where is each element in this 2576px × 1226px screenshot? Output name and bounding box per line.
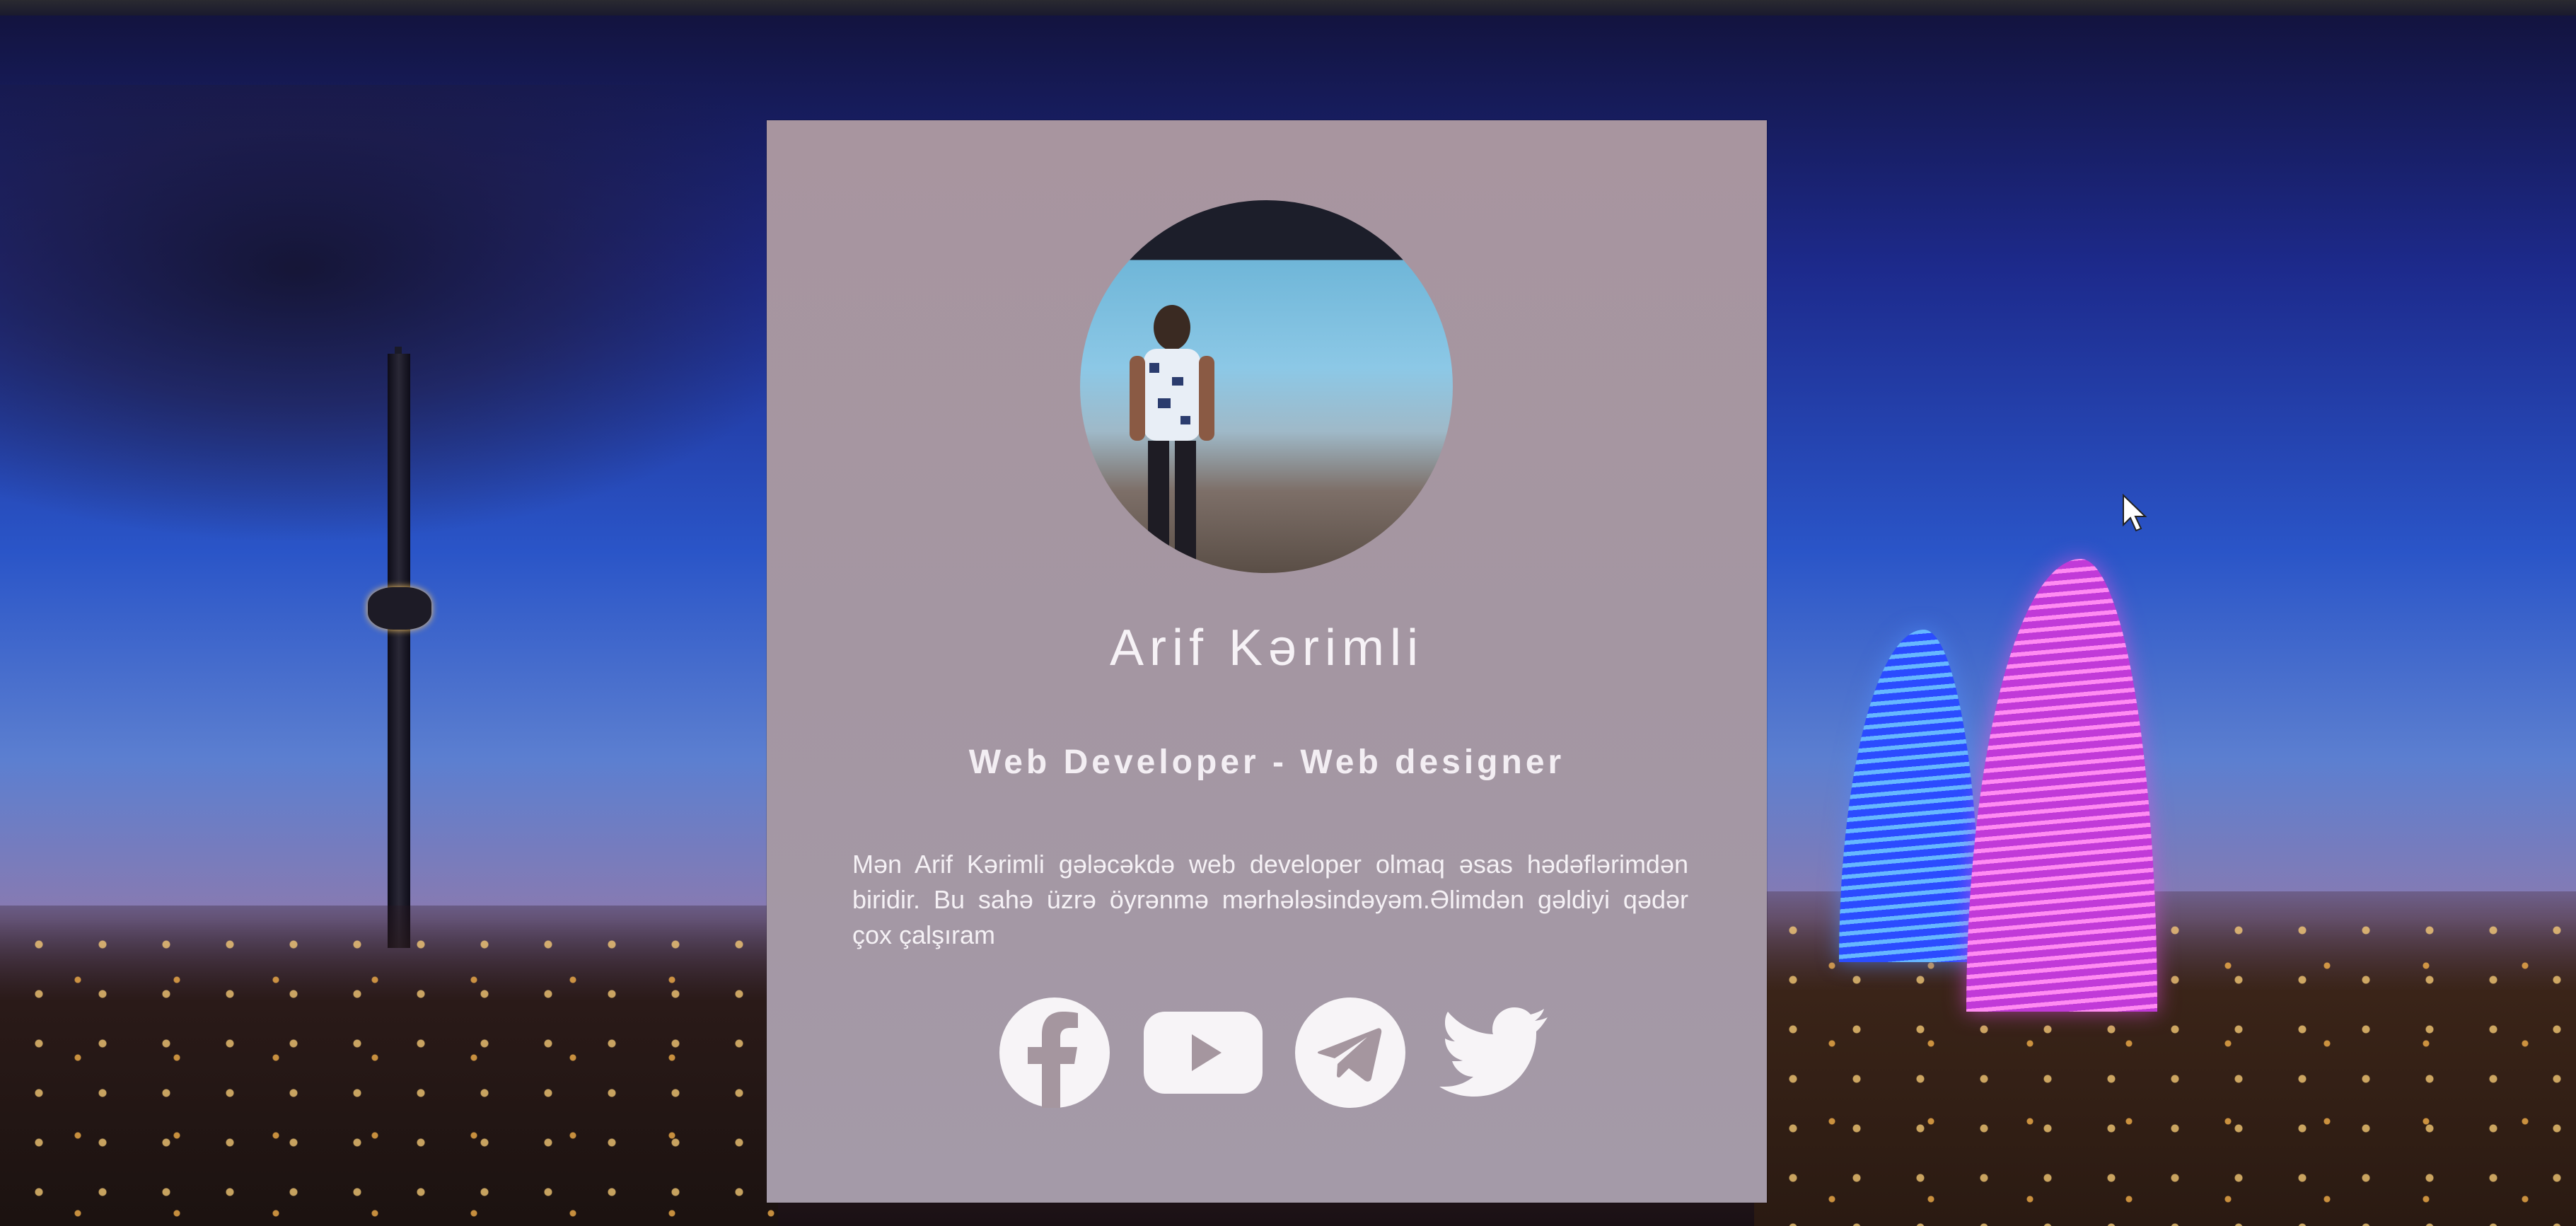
city-skyline-left — [0, 906, 778, 1226]
tv-tower — [388, 354, 410, 948]
city-lights — [0, 906, 778, 1226]
social-links — [767, 996, 1767, 1109]
profile-avatar — [1080, 200, 1453, 573]
monitor-bezel — [0, 0, 2576, 16]
twitter-icon[interactable] — [1434, 996, 1550, 1109]
screen: Arif Kərimli Web Developer - Web designe… — [0, 0, 2576, 1226]
tv-tower-pod — [368, 587, 431, 630]
flame-tower-pink — [1966, 559, 2157, 1012]
facebook-icon[interactable] — [998, 996, 1111, 1109]
profile-role: Web Developer - Web designer — [968, 744, 1565, 781]
background-clouds — [0, 85, 849, 545]
telegram-icon[interactable] — [1294, 996, 1407, 1109]
youtube-icon[interactable] — [1142, 996, 1264, 1109]
person-photo — [1130, 305, 1214, 573]
profile-bio: Mən Arif Kərimli gələcəkdə web developer… — [852, 850, 1688, 949]
flame-tower-blue — [1839, 630, 1980, 962]
profile-card: Arif Kərimli Web Developer - Web designe… — [767, 120, 1767, 1203]
mouse-cursor-icon — [2123, 494, 2147, 532]
profile-name: Arif Kərimli — [1109, 620, 1424, 676]
